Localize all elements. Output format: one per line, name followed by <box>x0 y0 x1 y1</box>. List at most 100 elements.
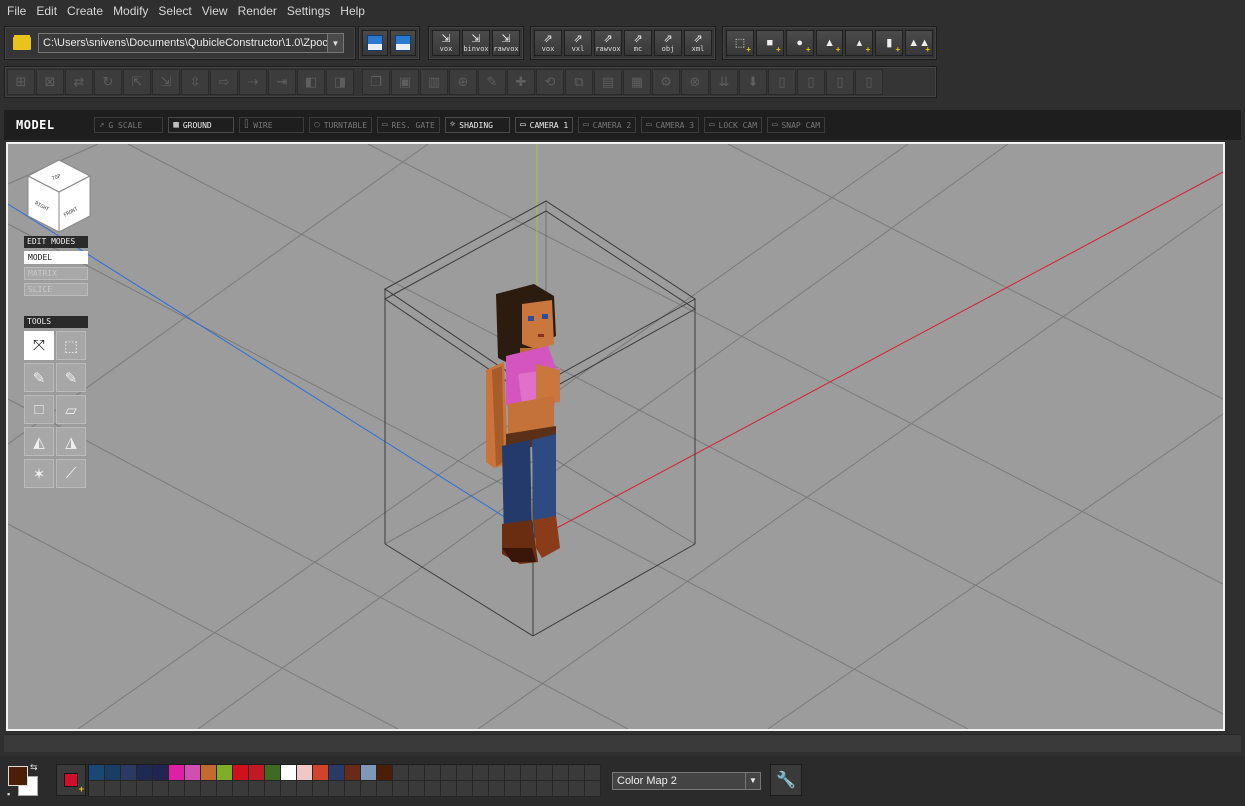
palette-swatch[interactable] <box>265 765 281 781</box>
disabled-tool-icon[interactable]: ❐ <box>362 69 390 95</box>
disabled-tool-icon[interactable]: ▦ <box>623 69 651 95</box>
reset-colors-icon[interactable]: ▪ <box>7 789 10 799</box>
palette-swatch[interactable] <box>489 781 505 797</box>
palette-settings-button[interactable]: 🔧 <box>770 764 802 796</box>
palette-swatch[interactable] <box>233 781 249 797</box>
palette-swatch[interactable] <box>505 781 521 797</box>
disabled-tool-icon[interactable]: ◧ <box>297 69 325 95</box>
disabled-tool-icon[interactable]: ⇨ <box>210 69 238 95</box>
palette-swatch[interactable] <box>521 765 537 781</box>
palette-swatch[interactable] <box>297 781 313 797</box>
disabled-tool-icon[interactable]: ⇱ <box>123 69 151 95</box>
disabled-tool-icon[interactable]: ⇲ <box>152 69 180 95</box>
palette-swatch[interactable] <box>393 781 409 797</box>
palette-swatch[interactable] <box>169 765 185 781</box>
swap-colors-icon[interactable]: ⇆ <box>30 762 38 773</box>
toggle-turntable[interactable]: ○ TURNTABLE <box>309 117 373 133</box>
disabled-tool-icon[interactable]: ⊞ <box>7 69 35 95</box>
save-as-button[interactable] <box>390 30 416 56</box>
import-vox-button[interactable]: ⇲ vox <box>432 30 460 56</box>
palette-swatch[interactable] <box>537 765 553 781</box>
mode-model-button[interactable]: MODEL <box>24 251 88 264</box>
palette-swatch[interactable] <box>569 781 585 797</box>
menu-file[interactable]: File <box>2 4 31 18</box>
add-sphere-button[interactable]: ● + <box>785 30 814 56</box>
disabled-tool-icon[interactable]: ▯ <box>797 69 825 95</box>
palette-swatch[interactable] <box>121 781 137 797</box>
disabled-tool-icon[interactable]: ↻ <box>94 69 122 95</box>
import-binvox-button[interactable]: ⇲ binvox <box>462 30 490 56</box>
open-folder-button[interactable] <box>8 30 36 56</box>
palette-swatch[interactable] <box>569 765 585 781</box>
menu-view[interactable]: View <box>197 4 233 18</box>
palette-swatch[interactable] <box>153 765 169 781</box>
view-cube[interactable]: TOP RIGHT FRONT <box>26 158 92 234</box>
palette-swatch[interactable] <box>473 781 489 797</box>
toggle-ground[interactable]: ▦ GROUND <box>168 117 234 133</box>
disabled-tool-icon[interactable]: ▯ <box>855 69 883 95</box>
palette-swatch[interactable] <box>217 765 233 781</box>
palette-swatch[interactable] <box>153 781 169 797</box>
palette-swatch[interactable] <box>265 781 281 797</box>
disabled-tool-icon[interactable]: ✚ <box>507 69 535 95</box>
color-map-select[interactable]: Color Map 2 ▼ <box>612 772 761 790</box>
disabled-tool-icon[interactable]: ▣ <box>391 69 419 95</box>
disabled-tool-icon[interactable]: ◨ <box>326 69 354 95</box>
toggle-g-scale[interactable]: ↗ G SCALE <box>94 117 164 133</box>
menu-create[interactable]: Create <box>62 4 108 18</box>
disabled-tool-icon[interactable]: ▤ <box>594 69 622 95</box>
lock-cam-button[interactable]: ▭ LOCK CAM <box>704 117 763 133</box>
palette-swatch[interactable] <box>537 781 553 797</box>
palette-swatch[interactable] <box>105 781 121 797</box>
palette-swatch[interactable] <box>329 781 345 797</box>
add-color-button[interactable] <box>56 764 86 796</box>
export-xml-button[interactable]: ⇗ xml <box>684 30 712 56</box>
palette-swatch[interactable] <box>249 781 265 797</box>
menu-edit[interactable]: Edit <box>31 4 62 18</box>
camera-2-button[interactable]: ▭ CAMERA 2 <box>578 117 637 133</box>
add-box-button[interactable]: ⬚ + <box>726 30 754 56</box>
disabled-tool-icon[interactable]: ⇳ <box>181 69 209 95</box>
box-tool[interactable]: □ <box>24 395 54 424</box>
menu-settings[interactable]: Settings <box>282 4 335 18</box>
palette-swatch[interactable] <box>281 781 297 797</box>
palette-swatch[interactable] <box>457 781 473 797</box>
camera-3-button[interactable]: ▭ CAMERA 3 <box>641 117 700 133</box>
snap-cam-button[interactable]: ▭ SNAP CAM <box>767 117 826 133</box>
disabled-tool-icon[interactable]: ⬇ <box>739 69 767 95</box>
palette-swatch[interactable] <box>201 765 217 781</box>
palette-swatch[interactable] <box>201 781 217 797</box>
export-vxl-button[interactable]: ⇗ vxl <box>564 30 592 56</box>
palette-swatch[interactable] <box>233 765 249 781</box>
toggle-shading[interactable]: ☼ SHADING <box>444 117 511 133</box>
export-rawvox-button[interactable]: ⇗ rawvox <box>594 30 622 56</box>
palette-swatch[interactable] <box>377 781 393 797</box>
add-cylinder-button[interactable]: ▮ + <box>875 30 904 56</box>
palette-swatch[interactable] <box>89 765 105 781</box>
palette-swatch[interactable] <box>553 781 569 797</box>
palette-swatch[interactable] <box>457 765 473 781</box>
3d-viewport[interactable]: TOP RIGHT FRONT EDIT MODES MODEL MATRIX … <box>6 142 1225 731</box>
palette-swatch[interactable] <box>505 765 521 781</box>
disabled-tool-icon[interactable]: ✎ <box>478 69 506 95</box>
export-obj-button[interactable]: ⇗ obj <box>654 30 682 56</box>
palette-swatch[interactable] <box>425 781 441 797</box>
palette-swatch[interactable] <box>553 765 569 781</box>
palette-swatch[interactable] <box>217 781 233 797</box>
palette-swatch[interactable] <box>377 765 393 781</box>
palette-swatch[interactable] <box>393 765 409 781</box>
mode-slice-button[interactable]: SLICE <box>24 283 88 296</box>
fill-replace-tool[interactable]: ◮ <box>56 427 86 456</box>
disabled-tool-icon[interactable]: ▯ <box>826 69 854 95</box>
palette-swatch[interactable] <box>137 781 153 797</box>
palette-swatch[interactable] <box>185 781 201 797</box>
palette-swatch[interactable] <box>473 765 489 781</box>
pencil-add-tool[interactable]: ✎ <box>56 363 86 392</box>
disabled-tool-icon[interactable]: ⇊ <box>710 69 738 95</box>
menu-modify[interactable]: Modify <box>108 4 153 18</box>
camera-1-button[interactable]: ▭ CAMERA 1 <box>515 117 574 133</box>
palette-swatch[interactable] <box>425 765 441 781</box>
palette-swatch[interactable] <box>585 781 601 797</box>
palette-swatch[interactable] <box>313 765 329 781</box>
export-mc-button[interactable]: ⇗ mc <box>624 30 652 56</box>
